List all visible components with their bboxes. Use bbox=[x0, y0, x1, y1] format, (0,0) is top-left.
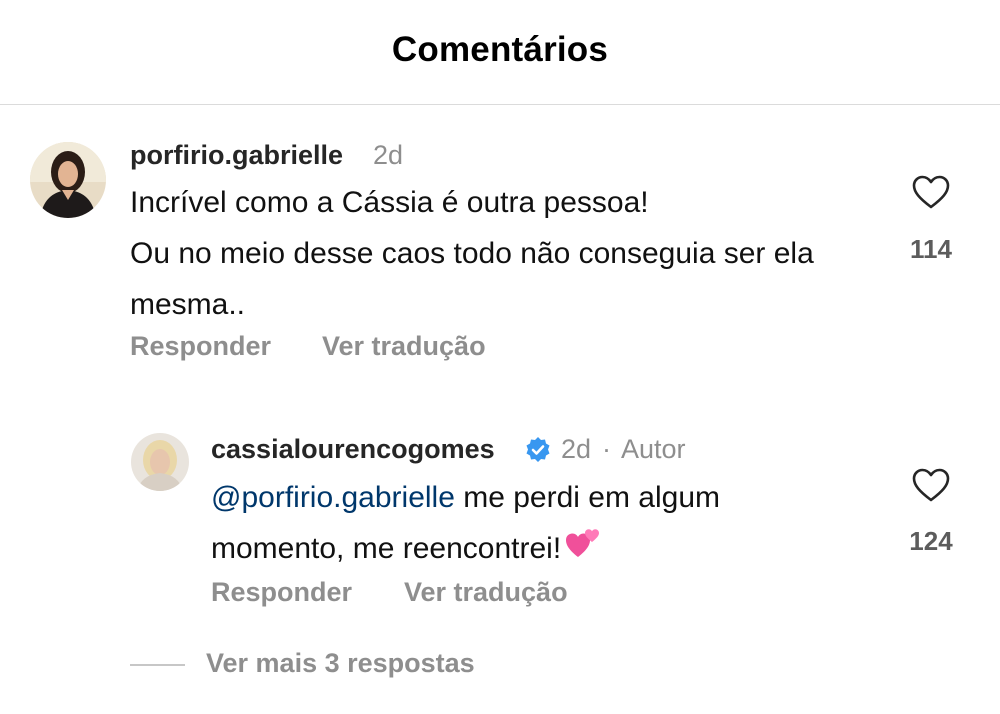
like-count: 114 bbox=[910, 234, 952, 264]
avatar[interactable] bbox=[30, 142, 106, 218]
view-more-replies-button[interactable]: Ver mais 3 respostas bbox=[206, 648, 475, 679]
page-title: Comentários bbox=[391, 30, 609, 69]
translate-button[interactable]: Ver tradução bbox=[322, 331, 486, 362]
comment-time: 2d bbox=[373, 140, 404, 170]
reply-text: @porfirio.gabrielle me perdi em algum mo… bbox=[211, 472, 851, 576]
reply-button[interactable]: Responder bbox=[211, 577, 352, 608]
meta-separator: · bbox=[602, 434, 611, 464]
comment-username[interactable]: porfirio.gabrielle bbox=[130, 140, 343, 171]
heart-icon[interactable] bbox=[911, 174, 951, 210]
comment-text: Incrível como a Cássia é outra pessoa! O… bbox=[130, 177, 880, 330]
two-hearts-icon bbox=[565, 525, 603, 576]
comment-line: Incrível como a Cássia é outra pessoa! bbox=[130, 186, 649, 219]
verified-badge-icon bbox=[526, 437, 550, 462]
heart-icon[interactable] bbox=[911, 467, 951, 503]
like-count: 124 bbox=[909, 526, 953, 556]
author-label: Autor bbox=[621, 434, 686, 464]
translate-button[interactable]: Ver tradução bbox=[404, 577, 568, 608]
avatar[interactable] bbox=[131, 433, 189, 491]
reply-time: 2d bbox=[561, 434, 592, 464]
comment-line: Ou no meio desse caos todo não conseguia… bbox=[130, 237, 814, 321]
reply-button[interactable]: Responder bbox=[130, 331, 271, 362]
reply-username[interactable]: cassialourencogomes bbox=[211, 434, 495, 465]
mention-link[interactable]: @porfirio.gabrielle bbox=[211, 481, 455, 514]
comments-header: Comentários bbox=[0, 0, 1000, 105]
replies-divider-line bbox=[130, 664, 185, 666]
